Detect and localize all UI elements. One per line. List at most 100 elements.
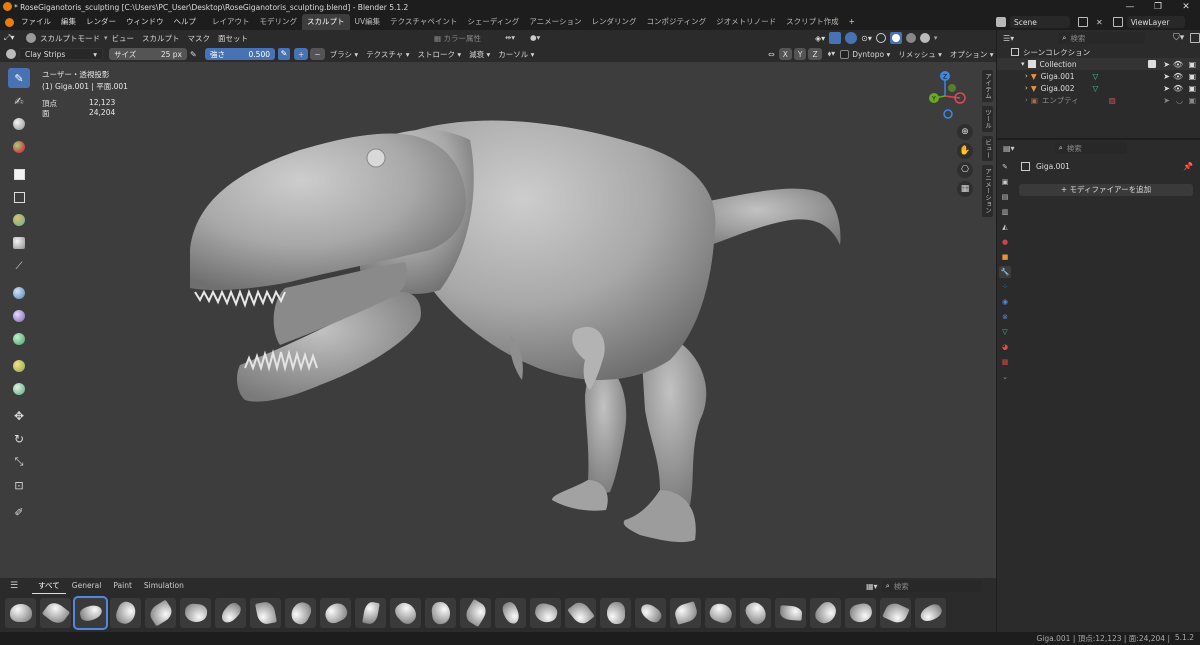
menu-edit[interactable]: 編集 [56,14,81,30]
symmetry-x-button[interactable]: X [778,48,792,60]
properties-editor-icon[interactable]: ▤▾ [1003,144,1015,153]
color-attribute-button[interactable]: ▦ カラー属性 [430,33,485,44]
brush-thumbnail[interactable] [40,598,71,628]
material-properties-icon[interactable]: ◕ [999,341,1011,353]
asset-tab-simulation[interactable]: Simulation [138,579,190,593]
menu-file[interactable]: ファイル [16,14,56,30]
tool-box-mask[interactable] [8,164,30,184]
asset-shelf-menu-icon[interactable]: ☰ [10,581,18,591]
brush-thumbnail[interactable] [845,598,876,628]
outliner-row-scene-collection[interactable]: シーンコレクション [997,46,1200,58]
outliner-search-field[interactable]: ⌕ 検索 [1058,32,1146,44]
object-render-icon[interactable]: ▣ [1188,84,1196,93]
workspace-tab-layout[interactable]: レイアウト [207,14,255,30]
tool-paint[interactable]: ✍ [8,91,30,111]
workspace-tab-uv-editing[interactable]: UV編集 [350,14,386,30]
brush-thumbnail[interactable] [425,598,456,628]
outliner-row-collection[interactable]: ▾ Collection ➤ 👁 ▣ [997,58,1200,70]
output-properties-icon[interactable]: ▤ [999,191,1011,203]
new-collection-icon[interactable] [1190,33,1200,43]
brush-thumbnail[interactable] [705,598,736,628]
direction-subtract-button[interactable]: − [310,48,325,60]
view-layer-properties-icon[interactable]: ▥ [999,206,1011,218]
object-visibility-icon[interactable]: ◡ [1176,96,1183,105]
texture-properties-icon[interactable]: ▩ [999,356,1011,368]
menu-mask[interactable]: マスク [184,33,215,44]
menu-render[interactable]: レンダー [81,14,121,30]
tool-box-face-set[interactable] [8,210,30,230]
tool-transform[interactable]: ⊡ [8,475,30,495]
tool-mesh-filter[interactable] [8,283,30,303]
menu-face-sets[interactable]: 面セット [214,33,252,44]
outliner-row-empty[interactable]: › ▣ エンプティ ▨ ➤ ◡ ▣ [997,94,1200,106]
workspace-tab-rendering[interactable]: レンダリング [587,14,642,30]
brush-size-slider[interactable]: サイズ 25 px [109,48,187,60]
brush-selector[interactable]: Clay Strips ▾ [19,48,103,60]
object-visibility-icon[interactable]: 👁 [1173,72,1183,81]
brush-thumbnail[interactable] [460,598,491,628]
collection-select-icon[interactable]: ➤ [1163,60,1170,69]
object-render-icon[interactable]: ▣ [1188,72,1196,81]
solid-shading-icon[interactable] [889,32,902,44]
collection-checkbox[interactable] [1148,60,1156,68]
workspace-tab-scripting[interactable]: スクリプト作成 [781,14,844,30]
brush-thumbnail[interactable] [285,598,316,628]
brush-thumbnail[interactable] [215,598,246,628]
zoom-icon[interactable]: ⊕ [957,124,973,140]
tool-rotate[interactable]: ↻ [8,429,30,449]
tool-brush[interactable]: ✎ [8,68,30,88]
tool-scale[interactable]: ⤡ [8,452,30,472]
remesh-menu[interactable]: リメッシュ ▾ [894,49,946,60]
more-tabs-icon[interactable]: ⌄ [999,371,1011,383]
brush-thumbnail[interactable] [670,598,701,628]
object-select-icon[interactable]: ➤ [1163,96,1170,105]
stroke-menu[interactable]: ストローク ▾ [413,49,465,60]
blender-menu-icon[interactable] [2,15,16,29]
close-button[interactable]: ✕ [1172,0,1200,14]
3d-viewport[interactable]: ユーザー・透視投影 (1) Giga.001 | 平面.001 頂点 12,12… [0,62,996,578]
navigation-gizmo[interactable]: Z Y [920,68,970,120]
visibility-icon[interactable]: ◈▾ [815,34,825,43]
asset-tab-paint[interactable]: Paint [107,579,138,593]
workspace-tab-modeling[interactable]: モデリング [255,14,303,30]
tool-mask-by-color[interactable] [8,379,30,399]
maximize-button[interactable]: ❐ [1144,0,1172,14]
tool-edit-face-set[interactable] [8,356,30,376]
tool-cloth-filter[interactable] [8,306,30,326]
brush-thumbnail[interactable] [250,598,281,628]
side-tab-view[interactable]: ビュー [982,135,993,161]
brush-thumbnail[interactable] [565,598,596,628]
grid-perspective-icon[interactable]: ▦ [957,181,973,197]
pin-icon[interactable]: 📌 [1183,162,1193,171]
object-select-icon[interactable]: ➤ [1163,72,1170,81]
shading-options-icon[interactable]: ▾ [934,34,938,42]
cursor-menu[interactable]: カーソル ▾ [494,49,538,60]
side-tab-tool[interactable]: ツール [982,106,993,132]
texture-menu[interactable]: テクスチャ ▾ [362,49,413,60]
mode-selector[interactable]: スカルプトモード [36,33,104,44]
constraints-properties-icon[interactable]: ⊗ [999,311,1011,323]
delete-scene-icon[interactable]: ✕ [1096,18,1103,27]
options-menu[interactable]: オプション ▾ [946,49,998,60]
brush-thumbnail[interactable] [110,598,141,628]
brush-thumbnail[interactable] [740,598,771,628]
object-select-icon[interactable]: ➤ [1163,84,1170,93]
menu-window[interactable]: ウィンドウ [121,14,169,30]
brush-thumbnail[interactable] [810,598,841,628]
asset-search-field[interactable]: ⌕ 検索 [881,580,982,592]
menu-view[interactable]: ビュー [108,33,139,44]
dyntopo-checkbox[interactable] [840,49,850,59]
tool-annotate[interactable]: ✐ [8,502,30,522]
view-layer-selector[interactable]: ViewLayer [1126,16,1185,28]
wireframe-shading-icon[interactable] [875,33,886,43]
tool-box-trim[interactable] [8,233,30,253]
minimize-button[interactable]: — [1116,0,1144,14]
material-shading-icon[interactable] [905,33,916,43]
workspace-tab-compositing[interactable]: コンポジティング [642,14,712,30]
workspace-tab-animation[interactable]: アニメーション [524,14,586,30]
size-pressure-icon[interactable]: ✎ [190,50,202,59]
add-workspace-button[interactable]: + [844,14,860,30]
brush-thumbnail[interactable] [5,598,36,628]
brush-menu[interactable]: ブラシ ▾ [326,49,363,60]
workspace-tab-sculpting[interactable]: スカルプト [302,14,350,30]
